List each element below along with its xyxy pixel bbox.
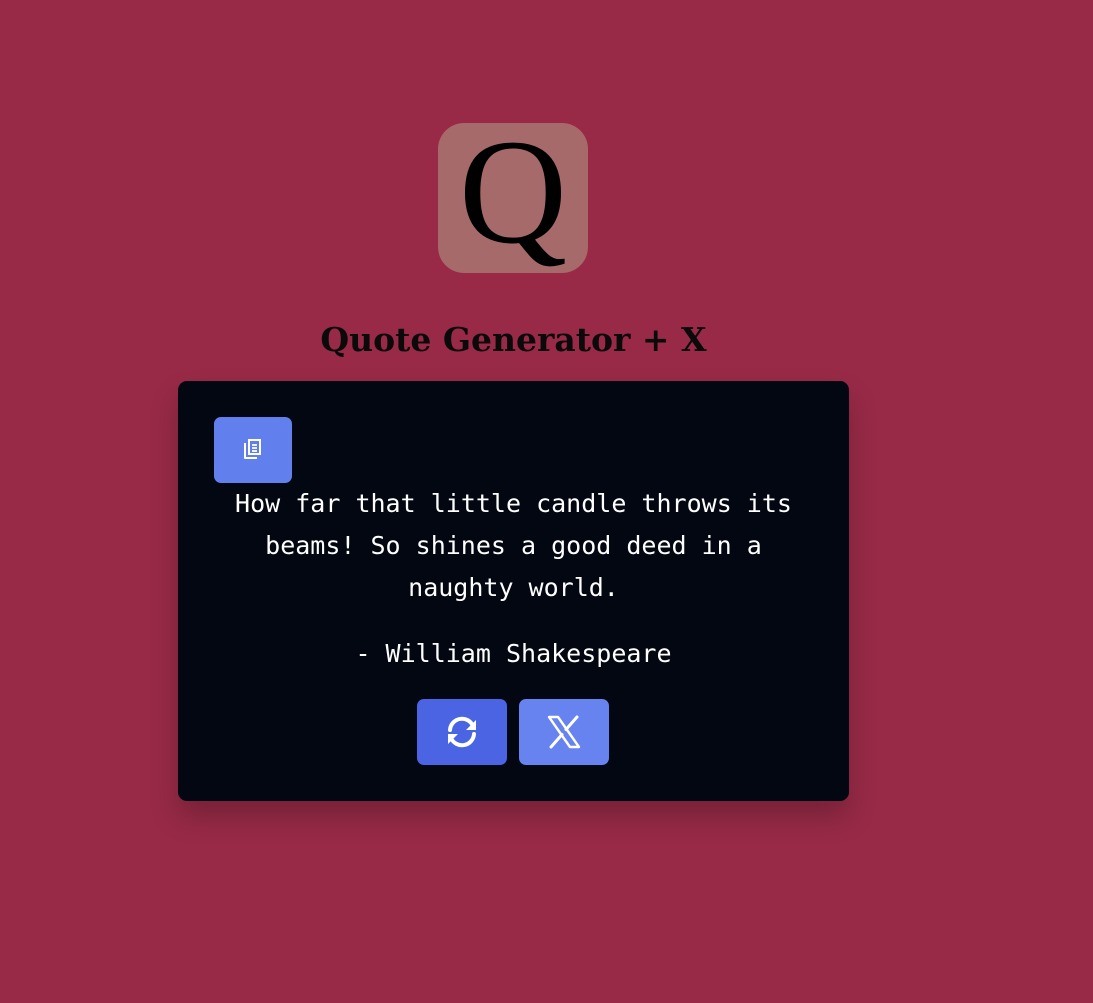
logo-letter: Q (458, 109, 568, 275)
quote-author: - William Shakespeare (355, 639, 672, 668)
tweet-button[interactable] (519, 699, 609, 765)
new-quote-button[interactable] (417, 699, 507, 765)
x-logo-icon (547, 715, 581, 749)
page-title: Quote Generator + X (320, 320, 707, 359)
app-logo: Q (438, 117, 588, 273)
copy-icon (244, 439, 261, 459)
refresh-icon (448, 716, 476, 748)
quote-text: How far that little candle throws its be… (235, 489, 792, 602)
copy-button[interactable] (214, 417, 292, 483)
quote-card: How far that little candle throws its be… (178, 381, 849, 801)
